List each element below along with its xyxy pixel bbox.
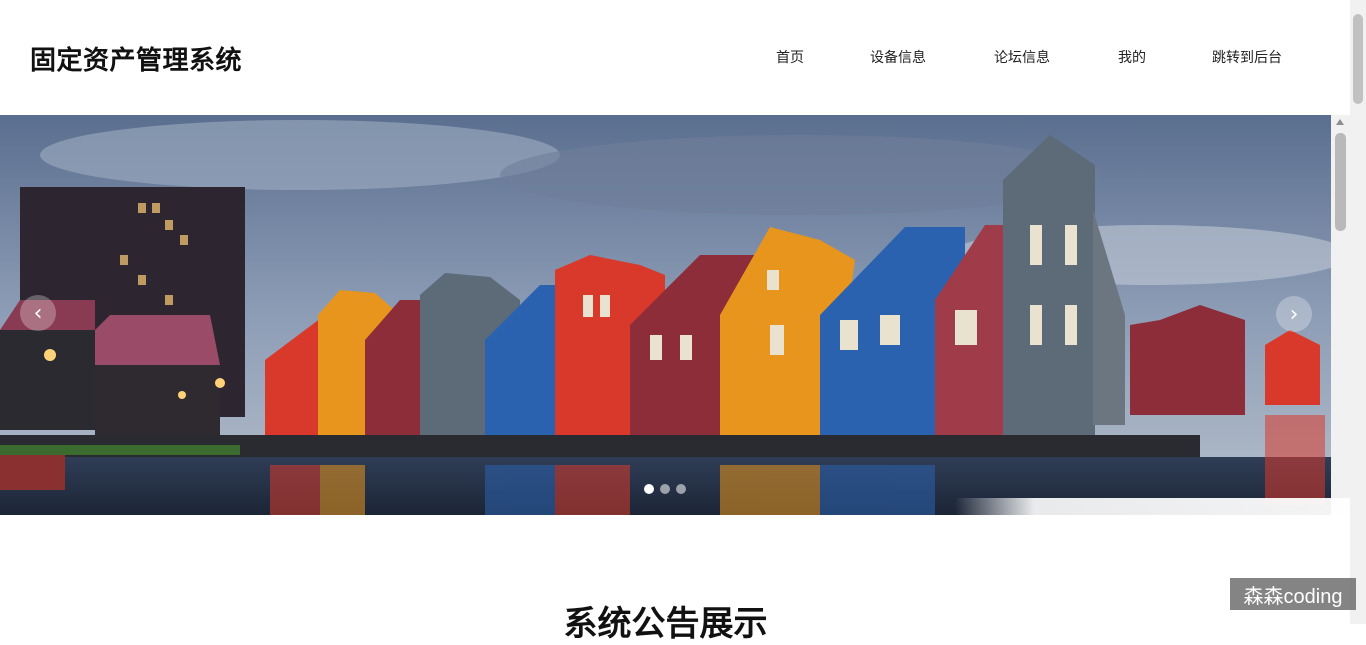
watermark-label: 森森coding	[1230, 578, 1356, 610]
banner-scrollbar-thumb[interactable]	[1335, 133, 1346, 231]
nav-item-mine[interactable]: 我的	[1118, 47, 1146, 67]
carousel-next-button[interactable]: ›	[1276, 296, 1312, 332]
nav-item-admin[interactable]: 跳转到后台	[1212, 47, 1282, 67]
carousel-prev-button[interactable]: ‹	[20, 295, 56, 331]
page-scrollbar[interactable]	[1350, 0, 1366, 624]
carousel-slide-image	[0, 115, 1331, 515]
nav-item-forum[interactable]: 论坛信息	[994, 47, 1050, 67]
page-scrollbar-thumb[interactable]	[1353, 14, 1363, 104]
main-nav: 首页 设备信息 论坛信息 我的 跳转到后台	[0, 47, 1350, 67]
scroll-up-arrow-icon[interactable]	[1336, 119, 1344, 125]
chevron-right-icon: ›	[1289, 301, 1299, 327]
nav-item-home[interactable]: 首页	[776, 47, 804, 67]
nav-item-equipment[interactable]: 设备信息	[870, 47, 926, 67]
carousel-dot-3[interactable]	[676, 484, 686, 494]
hero-carousel[interactable]: ‹ ›	[0, 115, 1331, 515]
site-header: 固定资产管理系统 首页 设备信息 论坛信息 我的 跳转到后台	[0, 0, 1350, 115]
carousel-dot-1[interactable]	[644, 484, 654, 494]
banner-scrollbar[interactable]	[1331, 115, 1350, 515]
chevron-left-icon: ‹	[33, 300, 43, 326]
carousel-dot-2[interactable]	[660, 484, 670, 494]
